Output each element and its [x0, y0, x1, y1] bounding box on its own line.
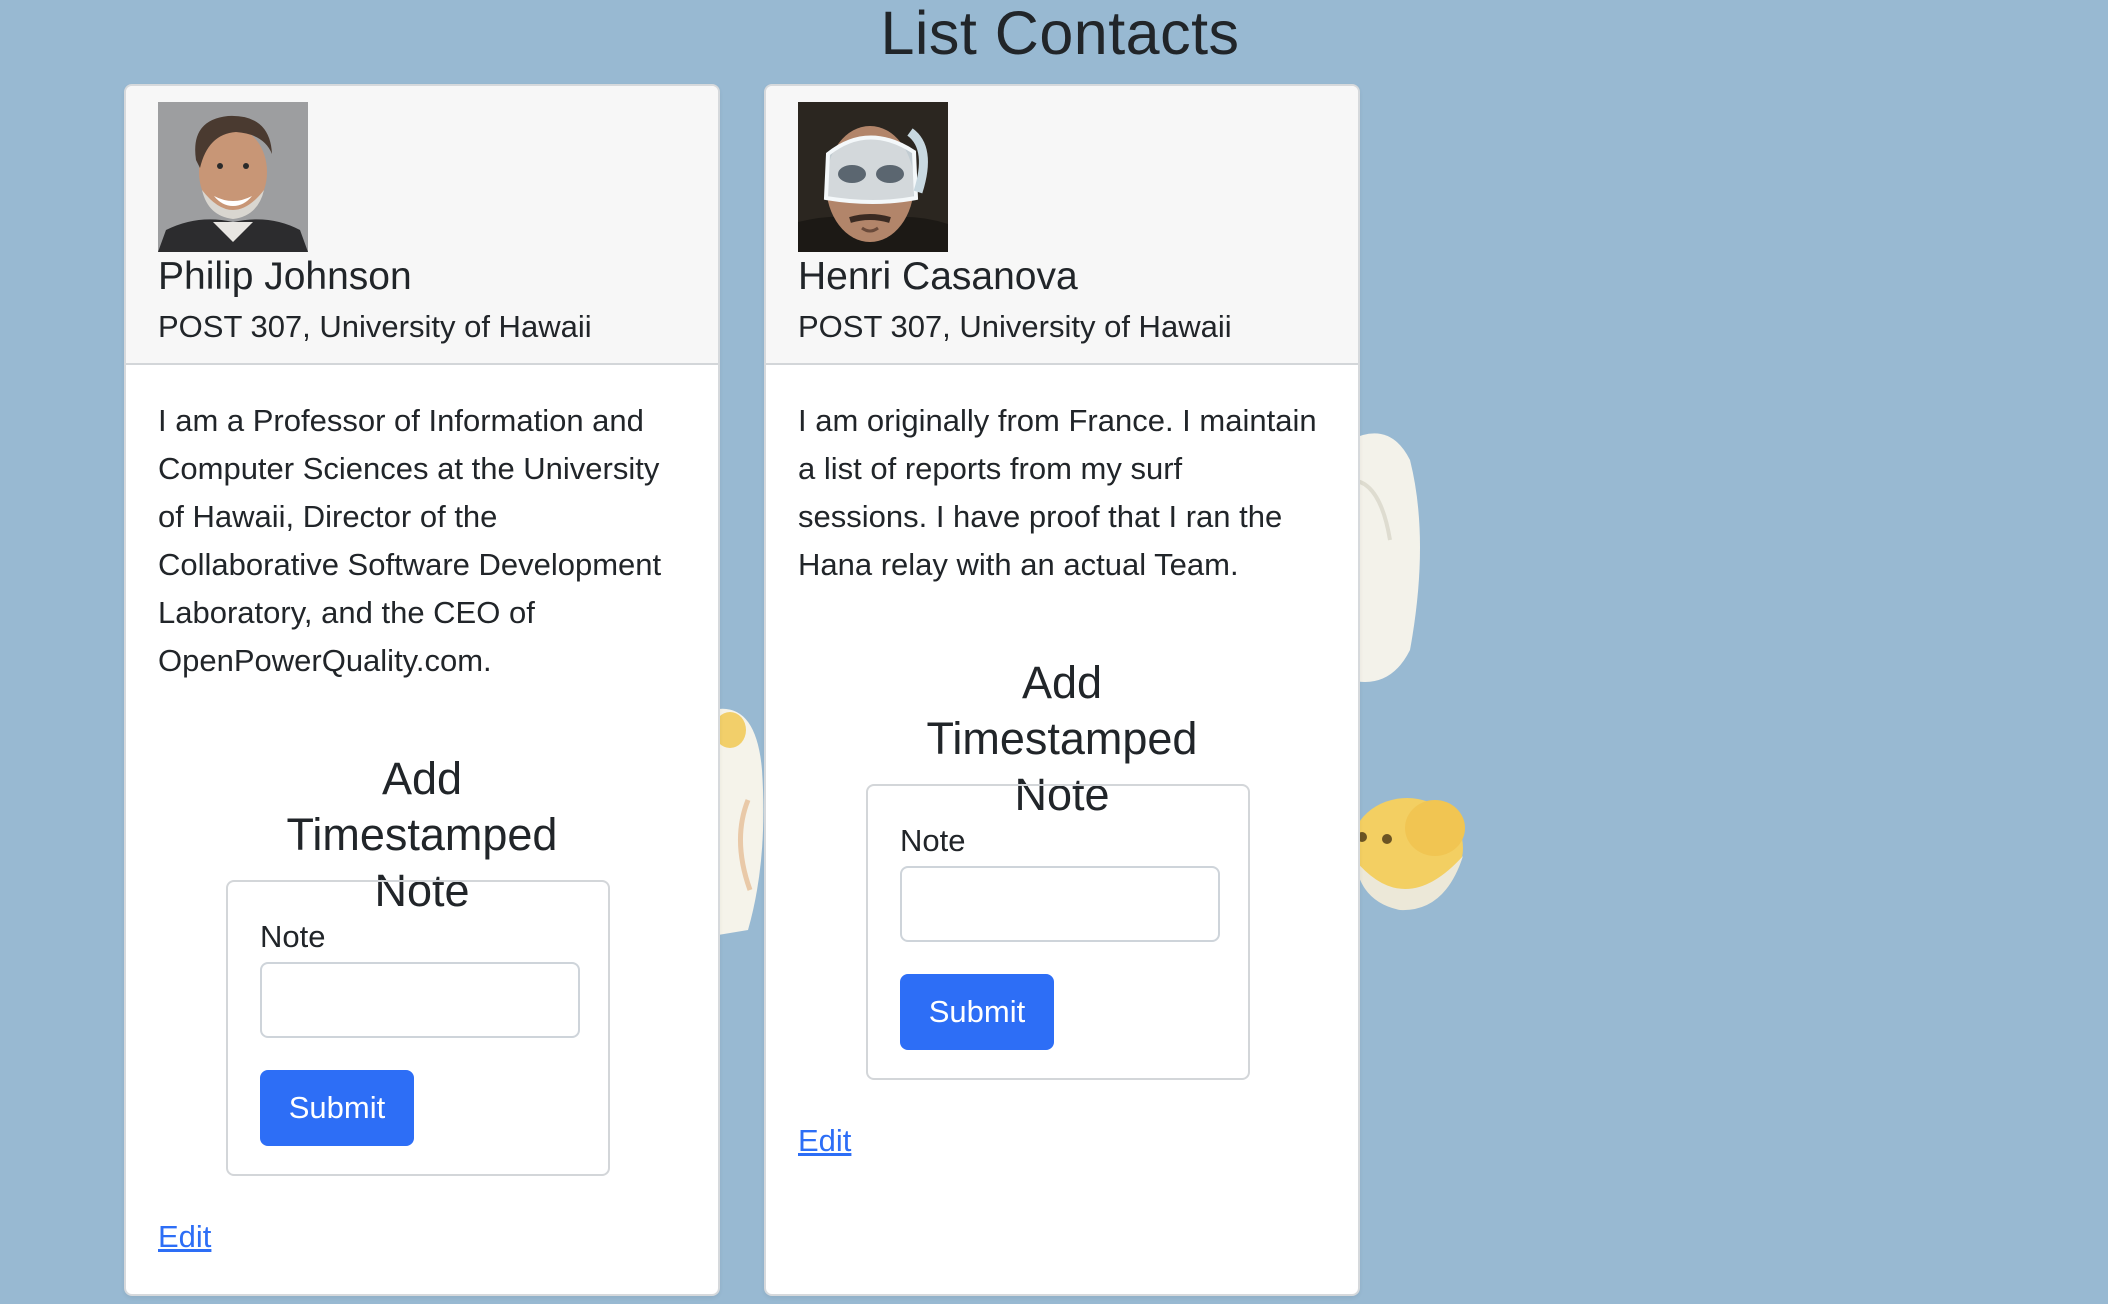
note-label: Note: [900, 823, 966, 858]
contact-bio: I am a Professor of Information and Comp…: [158, 403, 662, 678]
card-header: Henri Casanova POST 307, University of H…: [766, 86, 1358, 365]
contact-card: Philip Johnson POST 307, University of H…: [124, 84, 720, 1296]
edit-link[interactable]: Edit: [798, 1122, 851, 1160]
contact-address: POST 307, University of Hawaii: [798, 309, 1232, 344]
contact-name: Henri Casanova: [798, 255, 1078, 298]
note-label: Note: [260, 919, 326, 954]
avatar: [798, 102, 948, 252]
contact-bio: I am originally from France. I maintain …: [798, 403, 1317, 582]
contact-card: Henri Casanova POST 307, University of H…: [764, 84, 1360, 1296]
note-form: Note Submit: [866, 784, 1250, 1080]
card-header: Philip Johnson POST 307, University of H…: [126, 86, 718, 365]
background-egg-illustration: [712, 708, 764, 936]
note-input[interactable]: [900, 866, 1220, 942]
avatar: [158, 102, 308, 252]
submit-button[interactable]: Submit: [260, 1070, 414, 1146]
background-duck-illustration: [1350, 433, 1420, 682]
background-chick-illustration: [1351, 798, 1465, 911]
note-form: Note Submit: [226, 880, 610, 1176]
submit-button[interactable]: Submit: [900, 974, 1054, 1050]
note-input[interactable]: [260, 962, 580, 1038]
page-title: List Contacts: [880, 0, 1240, 67]
contact-address: POST 307, University of Hawaii: [158, 309, 592, 344]
contact-name: Philip Johnson: [158, 255, 412, 298]
edit-link[interactable]: Edit: [158, 1218, 211, 1256]
